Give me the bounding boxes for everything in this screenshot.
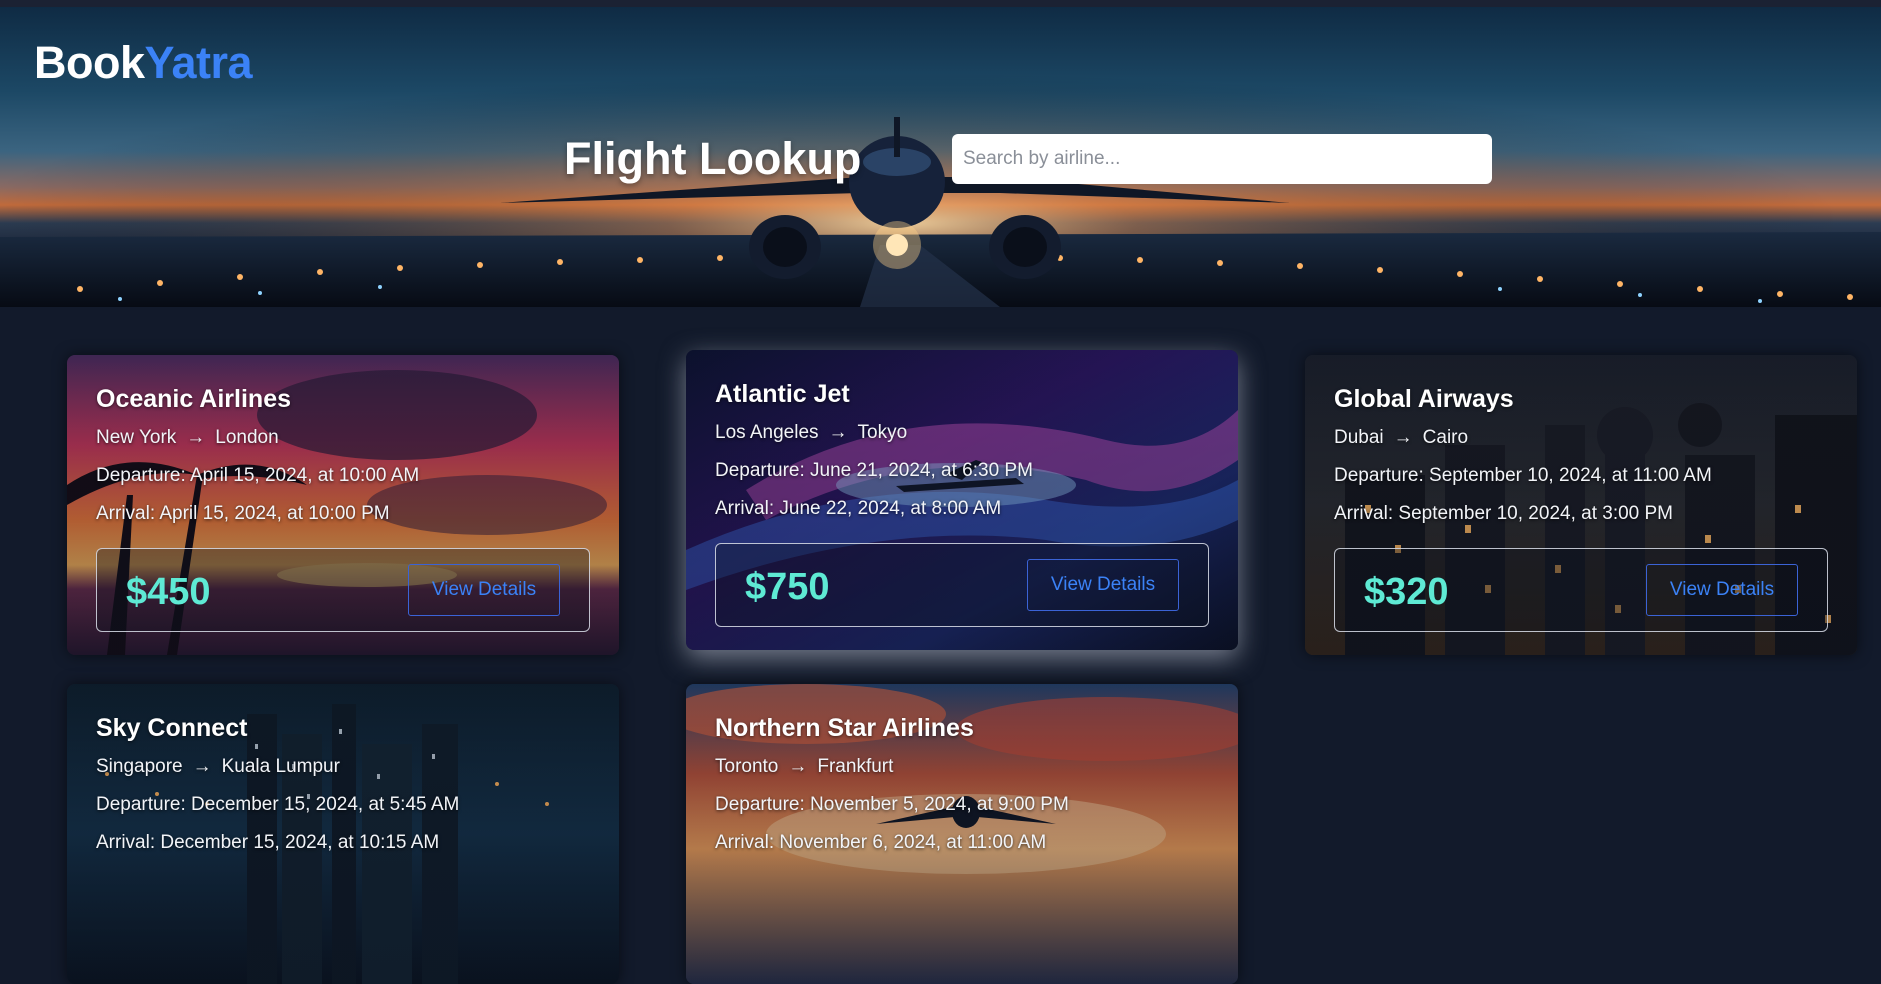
origin-city: Los Angeles bbox=[715, 422, 819, 443]
airline-name: Oceanic Airlines bbox=[96, 385, 291, 413]
top-strip bbox=[0, 0, 1881, 7]
page-title: Flight Lookup bbox=[564, 133, 862, 184]
origin-city: Dubai bbox=[1334, 427, 1384, 448]
airline-name: Sky Connect bbox=[96, 714, 248, 742]
brand-logo-part2: Yatra bbox=[144, 37, 253, 88]
flight-route: Singapore → Kuala Lumpur bbox=[96, 755, 590, 793]
origin-city: Toronto bbox=[715, 756, 779, 777]
flight-price: $320 bbox=[1364, 571, 1449, 613]
flight-price: $450 bbox=[126, 571, 211, 613]
route-arrow-icon: → bbox=[1393, 427, 1413, 448]
airline-name: Northern Star Airlines bbox=[715, 714, 974, 742]
flight-route: Los Angeles → Tokyo bbox=[715, 421, 1209, 459]
price-box: $320 View Details bbox=[1334, 548, 1828, 632]
hero-banner: BookYatra Flight Lookup bbox=[0, 7, 1881, 307]
route-arrow-icon: → bbox=[828, 422, 848, 443]
airline-name: Atlantic Jet bbox=[715, 380, 850, 408]
origin-city: New York bbox=[96, 427, 177, 448]
hero-runway-image bbox=[0, 7, 1881, 307]
price-box: $750 View Details bbox=[715, 543, 1209, 627]
view-details-button[interactable]: View Details bbox=[1646, 564, 1798, 616]
price-box: $450 View Details bbox=[96, 548, 590, 632]
departure-time: Departure: December 15, 2024, at 5:45 AM bbox=[96, 794, 460, 815]
brand-logo-part1: Book bbox=[34, 37, 145, 88]
departure-time: Departure: September 10, 2024, at 11:00 … bbox=[1334, 465, 1712, 486]
flight-route: Toronto → Frankfurt bbox=[715, 755, 1209, 793]
arrival-time: Arrival: December 15, 2024, at 10:15 AM bbox=[96, 832, 440, 853]
route-arrow-icon: → bbox=[192, 756, 212, 777]
flight-card: Atlantic Jet Los Angeles → Tokyo Departure… bbox=[686, 350, 1238, 650]
destination-city: London bbox=[215, 427, 279, 448]
origin-city: Singapore bbox=[96, 756, 183, 777]
destination-city: Tokyo bbox=[857, 422, 908, 443]
flight-price: $750 bbox=[745, 566, 830, 608]
destination-city: Frankfurt bbox=[817, 756, 894, 777]
destination-city: Kuala Lumpur bbox=[221, 756, 340, 777]
route-arrow-icon: → bbox=[186, 427, 206, 448]
flight-route: New York → London bbox=[96, 426, 590, 464]
arrival-time: Arrival: June 22, 2024, at 8:00 AM bbox=[715, 498, 1002, 519]
view-details-button[interactable]: View Details bbox=[1027, 559, 1179, 611]
arrival-time: Arrival: November 6, 2024, at 11:00 AM bbox=[715, 832, 1047, 853]
destination-city: Cairo bbox=[1422, 427, 1469, 448]
flight-route: Dubai → Cairo bbox=[1334, 426, 1828, 464]
view-details-button[interactable]: View Details bbox=[408, 564, 560, 616]
departure-time: Departure: November 5, 2024, at 9:00 PM bbox=[715, 794, 1069, 815]
brand-logo[interactable]: BookYatra bbox=[34, 37, 253, 89]
arrival-time: Arrival: April 15, 2024, at 10:00 PM bbox=[96, 503, 390, 524]
flight-card: Global Airways Dubai → Cairo Departure: Se… bbox=[1305, 355, 1857, 655]
flight-card: Oceanic Airlines New York → London Departu… bbox=[67, 355, 619, 655]
arrival-time: Arrival: September 10, 2024, at 3:00 PM bbox=[1334, 503, 1674, 524]
search-input[interactable] bbox=[952, 134, 1492, 184]
flight-card: Sky Connect Singapore → Kuala Lumpur Depar… bbox=[67, 684, 619, 984]
departure-time: Departure: June 21, 2024, at 6:30 PM bbox=[715, 460, 1033, 481]
departure-time: Departure: April 15, 2024, at 10:00 AM bbox=[96, 465, 420, 486]
route-arrow-icon: → bbox=[788, 756, 808, 777]
airline-name: Global Airways bbox=[1334, 385, 1514, 413]
flight-card: Northern Star Airlines Toronto → Frankfurt… bbox=[686, 684, 1238, 984]
